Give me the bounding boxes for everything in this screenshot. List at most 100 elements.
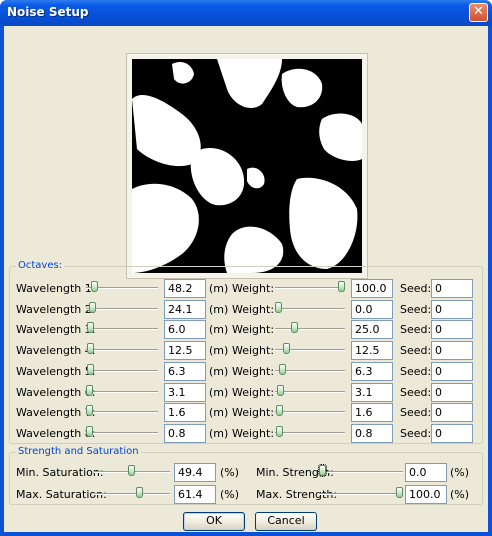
min-strength-slider[interactable] [318, 464, 327, 477]
wavelength-slider[interactable] [87, 322, 94, 333]
wavelength-unit: (m) [209, 323, 229, 336]
weight-track [275, 328, 345, 330]
seed-label: Seed: [400, 386, 432, 399]
wavelength-track [86, 349, 158, 351]
weight-label: Weight: [232, 406, 275, 419]
ok-button[interactable]: OK [183, 512, 245, 531]
min-strength-unit: (%) [450, 466, 470, 479]
weight-slider[interactable] [276, 405, 283, 416]
weight-field[interactable]: 3.1 [351, 383, 393, 402]
close-button[interactable]: ✕ [469, 3, 488, 22]
wavelength-track [86, 411, 158, 413]
seed-field[interactable]: 0 [431, 279, 473, 298]
wavelength-unit: (m) [209, 386, 229, 399]
wavelength-track [86, 391, 158, 393]
seed-field[interactable]: 0 [431, 383, 473, 402]
wavelength-slider[interactable] [87, 364, 94, 375]
max-strength-track [319, 493, 403, 495]
max-saturation-unit: (%) [220, 488, 240, 501]
wavelength-field[interactable]: 3.1 [164, 383, 206, 402]
strength-saturation-group-label: Strength and Saturation [16, 446, 141, 457]
weight-label: Weight: [232, 427, 275, 440]
seed-label: Seed: [400, 344, 432, 357]
wavelength-label: Wavelength 2: [16, 303, 96, 316]
wavelength-label: Wavelength 4: [16, 344, 96, 357]
weight-field[interactable]: 100.0 [351, 279, 393, 298]
noise-setup-window: Noise Setup ✕ Octaves: Wavelength 1: 48.… [0, 0, 492, 536]
wavelength-slider[interactable] [89, 302, 96, 313]
max-saturation-slider[interactable] [136, 487, 143, 498]
weight-field[interactable]: 0.8 [351, 424, 393, 443]
max-strength-unit: (%) [450, 488, 470, 501]
wavelength-label: Wavelength 1: [16, 282, 96, 295]
wavelength-slider[interactable] [91, 281, 98, 292]
wavelength-field[interactable]: 0.8 [164, 424, 206, 443]
wavelength-slider[interactable] [87, 343, 94, 354]
seed-label: Seed: [400, 406, 432, 419]
wavelength-label: Wavelength 6: [16, 386, 96, 399]
wavelength-label: Wavelength 5: [16, 365, 96, 378]
wavelength-slider[interactable] [86, 385, 93, 396]
weight-track [275, 432, 345, 434]
weight-track [275, 287, 345, 289]
weight-slider[interactable] [338, 281, 345, 292]
wavelength-label: Wavelength 8: [16, 427, 96, 440]
seed-label: Seed: [400, 323, 432, 336]
seed-label: Seed: [400, 303, 432, 316]
weight-label: Weight: [232, 323, 275, 336]
weight-track [275, 391, 345, 393]
close-icon: ✕ [473, 4, 484, 19]
weight-slider[interactable] [283, 343, 290, 354]
wavelength-slider[interactable] [86, 405, 93, 416]
max-strength-slider[interactable] [396, 487, 403, 498]
weight-field[interactable]: 6.3 [351, 362, 393, 381]
wavelength-label: Wavelength 7: [16, 406, 96, 419]
seed-field[interactable]: 0 [431, 320, 473, 339]
weight-slider[interactable] [277, 385, 284, 396]
min-strength-field[interactable]: 0.0 [405, 463, 447, 482]
seed-field[interactable]: 0 [431, 362, 473, 381]
weight-label: Weight: [232, 365, 275, 378]
weight-field[interactable]: 0.0 [351, 300, 393, 319]
wavelength-field[interactable]: 24.1 [164, 300, 206, 319]
seed-field[interactable]: 0 [431, 403, 473, 422]
wavelength-label: Wavelength 3: [16, 323, 96, 336]
weight-slider[interactable] [275, 302, 282, 313]
wavelength-track [86, 432, 158, 434]
seed-field[interactable]: 0 [431, 341, 473, 360]
weight-slider[interactable] [276, 426, 283, 437]
wavelength-field[interactable]: 48.2 [164, 279, 206, 298]
weight-track [275, 308, 345, 310]
wavelength-track [86, 328, 158, 330]
weight-slider[interactable] [291, 322, 298, 333]
wavelength-field[interactable]: 12.5 [164, 341, 206, 360]
wavelength-field[interactable]: 6.3 [164, 362, 206, 381]
noise-preview [126, 53, 368, 279]
seed-field[interactable]: 0 [431, 424, 473, 443]
cancel-button[interactable]: Cancel [255, 512, 317, 531]
max-saturation-field[interactable]: 61.4 [174, 485, 216, 504]
title-bar[interactable]: Noise Setup ✕ [0, 0, 492, 26]
max-strength-field[interactable]: 100.0 [405, 485, 447, 504]
min-saturation-unit: (%) [220, 466, 240, 479]
weight-label: Weight: [232, 282, 275, 295]
weight-field[interactable]: 1.6 [351, 403, 393, 422]
wavelength-slider[interactable] [86, 426, 93, 437]
wavelength-unit: (m) [209, 344, 229, 357]
max-saturation-track [94, 493, 170, 495]
dialog-client-area: Octaves: Wavelength 1: 48.2 (m) Weight: 100.… [4, 26, 488, 532]
wavelength-field[interactable]: 1.6 [164, 403, 206, 422]
weight-field[interactable]: 25.0 [351, 320, 393, 339]
wavelength-field[interactable]: 6.0 [164, 320, 206, 339]
min-saturation-slider[interactable] [128, 465, 135, 476]
weight-field[interactable]: 12.5 [351, 341, 393, 360]
weight-label: Weight: [232, 386, 275, 399]
wavelength-unit: (m) [209, 303, 229, 316]
min-saturation-field[interactable]: 49.4 [174, 463, 216, 482]
seed-field[interactable]: 0 [431, 300, 473, 319]
min-strength-track [319, 471, 403, 473]
seed-label: Seed: [400, 427, 432, 440]
weight-slider[interactable] [279, 364, 286, 375]
noise-preview-image [132, 59, 362, 273]
wavelength-track [86, 308, 158, 310]
